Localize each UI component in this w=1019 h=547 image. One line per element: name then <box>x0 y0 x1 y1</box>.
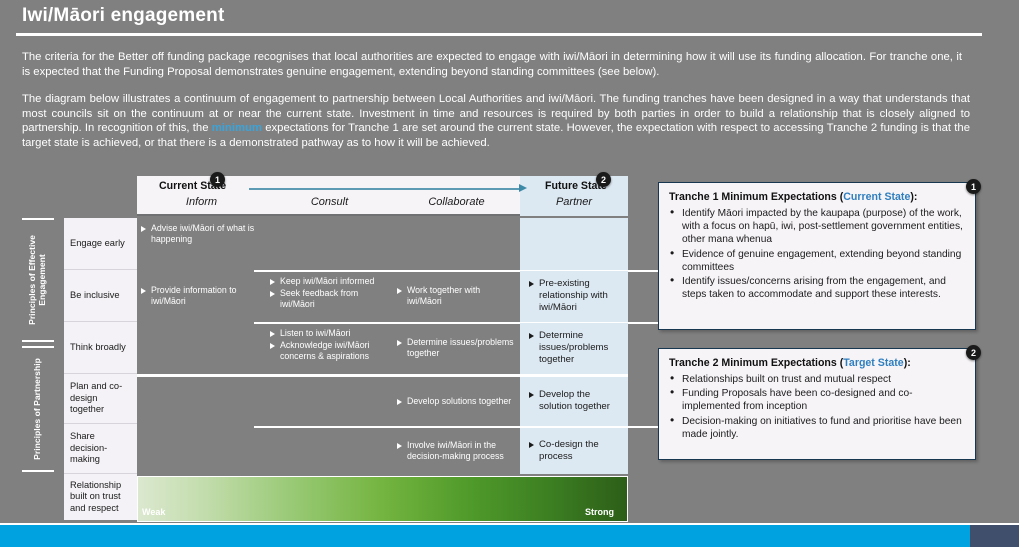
cell-be-inclusive-collaborate: Work together with iwi/Māori <box>393 271 520 322</box>
list-item: Relationships built on trust and mutual … <box>669 372 965 386</box>
tranche-1-title-main: Tranche 1 Minimum Expectations ( <box>669 191 844 203</box>
cell-plan-codesign-partner: Develop the solution together <box>520 377 628 426</box>
engagement-continuum-diagram: Current State Future State Inform Consul… <box>20 172 745 522</box>
title-divider <box>16 33 982 36</box>
bullet: Develop the solution together <box>528 389 624 413</box>
intro-paragraph-1: The criteria for the Better off funding … <box>22 51 962 78</box>
list-item: Evidence of genuine engagement, extendin… <box>669 247 965 274</box>
tranche-2-state: Target State <box>843 357 904 369</box>
cell-think-broadly-consult: Listen to iwi/Māori Acknowledge iwi/Māor… <box>266 323 393 374</box>
minimum-highlight: minimum <box>211 122 262 134</box>
bullet: Co-design the process <box>528 439 624 463</box>
tranche-1-list: Identify Māori impacted by the kaupapa (… <box>669 206 965 301</box>
rail-principles-effective-engagement: Principles of Effective Engagement <box>20 218 54 342</box>
cell-be-inclusive-partner: Pre-existing relationship with iwi/Māori <box>520 271 628 322</box>
badge-current-state: 1 <box>210 172 225 187</box>
rail1-label: Principles of Effective Engagement <box>27 235 47 325</box>
badge-tranche-2: 2 <box>966 345 981 360</box>
bullet: Involve iwi/Māori in the decision-making… <box>396 440 516 462</box>
list-item: Funding Proposals have been co-designed … <box>669 386 965 413</box>
rail1-line2: Engagement <box>37 254 47 306</box>
tranche-1-title: Tranche 1 Minimum Expectations (Current … <box>669 191 965 203</box>
row-descriptor-plan-codesign: Plan and co-design together <box>64 374 137 424</box>
badge-future-state: 2 <box>596 172 611 187</box>
bullet: Keep iwi/Māori informed <box>269 276 389 287</box>
strength-gradient-bar <box>137 476 628 522</box>
cell-be-inclusive-consult: Keep iwi/Māori informed Seek feedback fr… <box>266 271 393 322</box>
cell-share-decision-partner: Co-design the process <box>520 428 628 474</box>
rail1-bottom-line <box>22 340 54 342</box>
rail1-line1: Principles of Effective <box>27 235 37 325</box>
diagram-grid: Advise iwi/Māori of what is happening Pr… <box>137 218 745 474</box>
continuum-arrow-head <box>519 184 527 192</box>
tranche-1-title-end: ): <box>910 191 918 203</box>
row-descriptor-engage-early: Engage early <box>64 218 137 270</box>
bullet: Determine issues/problems together <box>528 330 624 366</box>
tranche-2-title-end: ): <box>903 357 911 369</box>
column-header-collaborate: Collaborate <box>428 196 485 208</box>
bullet: Work together with iwi/Māori <box>396 285 516 307</box>
tranche-2-expectations-box: Tranche 2 Minimum Expectations (Target S… <box>658 348 976 460</box>
list-item: Identify issues/concerns arising from th… <box>669 274 965 301</box>
row-descriptor-relationship-trust: Relationship built on trust and respect <box>64 474 137 520</box>
row-descriptor-think-broadly: Think broadly <box>64 322 137 374</box>
bullet: Advise iwi/Māori of what is happening <box>140 223 262 245</box>
rail-principles-partnership: Principles of Partnership <box>20 346 54 472</box>
rail1-top-line <box>22 218 54 220</box>
gradient-label-weak: Weak <box>142 507 166 517</box>
cell-think-broadly-partner: Determine issues/problems together <box>520 323 628 374</box>
bullet: Pre-existing relationship with iwi/Māori <box>528 278 624 314</box>
cell-engage-early-inform: Advise iwi/Māori of what is happening <box>137 218 266 270</box>
slide: Iwi/Māori engagement The criteria for th… <box>0 0 1019 547</box>
column-header-consult: Consult <box>310 196 349 208</box>
column-header-inform: Inform <box>185 196 218 208</box>
list-item: Decision-making on initiatives to fund a… <box>669 414 965 441</box>
bullet: Acknowledge iwi/Māori concerns & aspirat… <box>269 340 389 362</box>
gradient-label-strong: Strong <box>585 507 614 517</box>
tranche-1-expectations-box: Tranche 1 Minimum Expectations (Current … <box>658 182 976 330</box>
rail2-top-line <box>22 346 54 348</box>
row-descriptor-share-decision-making: Share decision-making <box>64 424 137 474</box>
row-descriptor-be-inclusive: Be inclusive <box>64 270 137 322</box>
tranche-2-title-main: Tranche 2 Minimum Expectations ( <box>669 357 844 369</box>
list-item: Identify Māori impacted by the kaupapa (… <box>669 206 965 247</box>
footer-bar <box>0 525 1019 547</box>
continuum-arrow-line <box>249 188 521 190</box>
bullet: Listen to iwi/Māori <box>269 328 389 339</box>
rail2-bottom-line <box>22 470 54 472</box>
tranche-2-list: Relationships built on trust and mutual … <box>669 372 965 441</box>
cell-be-inclusive-inform: Provide information to iwi/Māori <box>137 271 266 322</box>
cell-plan-codesign-collaborate: Develop solutions together <box>393 377 520 426</box>
footer-bar-accent <box>970 525 1019 547</box>
rail2-label: Principles of Partnership <box>32 358 42 460</box>
bullet: Provide information to iwi/Māori <box>140 285 262 307</box>
bullet: Develop solutions together <box>396 396 511 407</box>
cell-think-broadly-collaborate: Determine issues/problems together <box>393 323 520 374</box>
cell-share-decision-collaborate: Involve iwi/Māori in the decision-making… <box>393 428 520 474</box>
tranche-1-state: Current State <box>843 191 911 203</box>
badge-tranche-1: 1 <box>966 179 981 194</box>
bullet: Seek feedback from iwi/Māori <box>269 288 389 310</box>
bullet: Determine issues/problems together <box>396 337 516 359</box>
tranche-2-title: Tranche 2 Minimum Expectations (Target S… <box>669 357 965 369</box>
intro-paragraph-2: The diagram below illustrates a continuu… <box>22 92 970 150</box>
column-header-partner: Partner <box>555 196 593 208</box>
page-title: Iwi/Māori engagement <box>22 5 225 26</box>
